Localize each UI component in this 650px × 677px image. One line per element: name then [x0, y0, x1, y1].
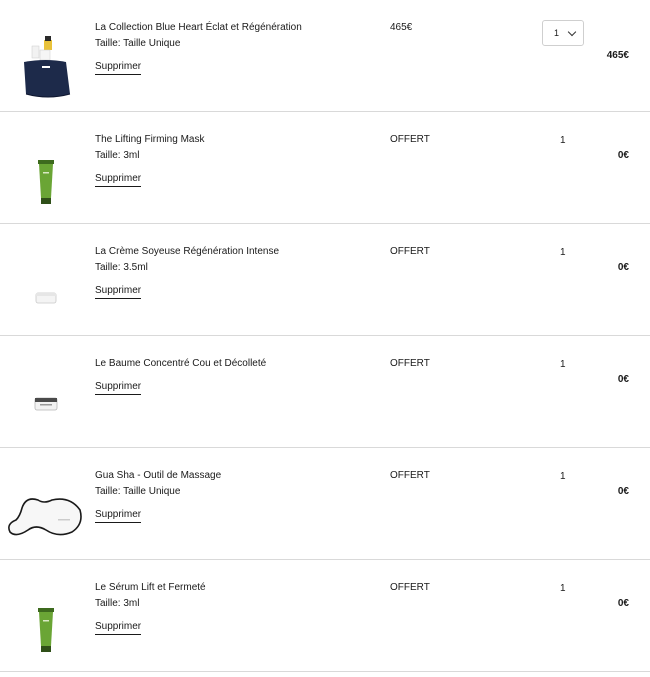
product-size: Taille: Taille Unique: [95, 486, 181, 497]
item-info: The Lifting Firming Mask Taille: 3ml Sup…: [95, 133, 375, 187]
quantity-value: 1: [560, 359, 566, 370]
line-total: 0€: [617, 374, 629, 385]
quantity-select[interactable]: 1: [542, 20, 584, 46]
cart-item-row: The Lifting Firming Mask Taille: 3ml Sup…: [0, 112, 650, 224]
quantity-value: 1: [560, 583, 566, 594]
item-info: La Collection Blue Heart Éclat et Régéné…: [95, 21, 375, 75]
gift-set-pouch-icon: [0, 0, 88, 112]
unit-price: OFFERT: [390, 582, 430, 593]
item-info: Le Baume Concentré Cou et Décolleté Supp…: [95, 357, 375, 395]
product-size: Taille: Taille Unique: [95, 38, 181, 49]
green-tube-icon: [0, 560, 88, 672]
remove-link[interactable]: Supprimer: [95, 60, 142, 75]
remove-link[interactable]: Supprimer: [95, 284, 142, 299]
remove-link[interactable]: Supprimer: [95, 380, 142, 395]
cart-item-row: Le Baume Concentré Cou et Décolleté Supp…: [0, 336, 650, 448]
unit-price: OFFERT: [390, 358, 430, 369]
unit-price: 465€: [390, 22, 413, 33]
item-info: La Crème Soyeuse Régénération Intense Ta…: [95, 245, 375, 299]
product-name: La Collection Blue Heart Éclat et Régéné…: [95, 22, 302, 33]
quantity-value: 1: [560, 135, 566, 146]
cream-jar-icon: [0, 224, 88, 336]
line-total: 0€: [617, 486, 629, 497]
cart-item-row: La Collection Blue Heart Éclat et Régéné…: [0, 0, 650, 112]
quantity-value: 1: [560, 247, 566, 258]
line-total: 465€: [606, 50, 629, 61]
item-info: Le Sérum Lift et Fermeté Taille: 3ml Sup…: [95, 581, 375, 635]
quantity-value: 1: [560, 471, 566, 482]
line-total: 0€: [617, 150, 629, 161]
chevron-down-icon: [567, 27, 577, 37]
unit-price: OFFERT: [390, 246, 430, 257]
product-size: Taille: 3ml: [95, 150, 140, 161]
remove-link[interactable]: Supprimer: [95, 172, 142, 187]
product-name: La Crème Soyeuse Régénération Intense: [95, 246, 280, 257]
product-name: Gua Sha - Outil de Massage: [95, 470, 222, 481]
cart-item-list: La Collection Blue Heart Éclat et Régéné…: [0, 0, 650, 672]
remove-link[interactable]: Supprimer: [95, 508, 142, 523]
quantity-value: 1: [554, 28, 560, 38]
green-tube-icon: [0, 112, 88, 224]
product-name: Le Baume Concentré Cou et Décolleté: [95, 358, 267, 369]
product-size: Taille: 3.5ml: [95, 262, 148, 273]
product-size: Taille: 3ml: [95, 598, 140, 609]
remove-link[interactable]: Supprimer: [95, 620, 142, 635]
cart-item-row: La Crème Soyeuse Régénération Intense Ta…: [0, 224, 650, 336]
unit-price: OFFERT: [390, 470, 430, 481]
unit-price: OFFERT: [390, 134, 430, 145]
gua-sha-tool-icon: [0, 448, 88, 560]
line-total: 0€: [617, 598, 629, 609]
product-name: Le Sérum Lift et Fermeté: [95, 582, 206, 593]
cart-item-row: Gua Sha - Outil de Massage Taille: Taill…: [0, 448, 650, 560]
line-total: 0€: [617, 262, 629, 273]
balm-jar-icon: [0, 336, 88, 448]
product-name: The Lifting Firming Mask: [95, 134, 205, 145]
cart-item-row: Le Sérum Lift et Fermeté Taille: 3ml Sup…: [0, 560, 650, 672]
item-info: Gua Sha - Outil de Massage Taille: Taill…: [95, 469, 375, 523]
